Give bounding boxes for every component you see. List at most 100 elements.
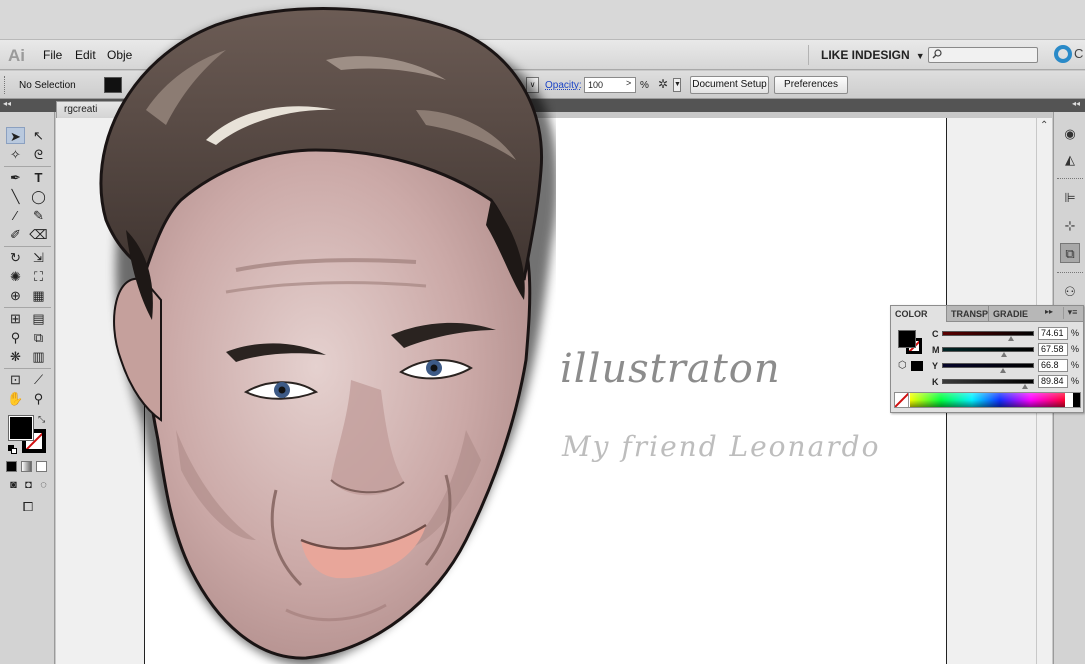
links-icon[interactable]: ⚇ <box>1060 282 1080 302</box>
type-tool-icon[interactable]: T <box>29 169 48 186</box>
draw-inside-icon[interactable]: ◌ <box>34 477 53 494</box>
white-chip[interactable] <box>1066 393 1073 407</box>
column-graph-tool-icon[interactable]: ▥ <box>29 348 48 365</box>
symbol-sprayer-tool-icon[interactable]: ❋ <box>6 348 25 365</box>
panel-grip[interactable] <box>4 76 7 94</box>
channel-label: C <box>932 329 939 339</box>
channel-unit: % <box>1071 376 1080 386</box>
tab-transparency[interactable]: TRANSP <box>946 306 988 322</box>
graphic-styles-icon[interactable]: ◭ <box>1060 150 1080 170</box>
line-tool-icon[interactable]: ╲ <box>6 188 25 205</box>
menu-file[interactable]: File <box>43 48 62 62</box>
tool-separator <box>4 307 51 308</box>
recolor-artwork-button[interactable]: ✲ ▼ <box>656 77 683 93</box>
more-tabs-icon[interactable]: ▸▸ <box>1045 307 1053 316</box>
channel-label: K <box>932 377 939 387</box>
document-setup-button[interactable]: Document Setup <box>690 76 769 94</box>
color-mode-icon[interactable] <box>6 461 17 472</box>
panel-menu-icon[interactable]: ▾≡ <box>1063 307 1081 319</box>
hand-tool-icon[interactable]: ✋ <box>6 390 25 407</box>
workspace-switcher[interactable]: LIKE INDESIGN ▼ <box>808 45 925 65</box>
scroll-up-icon[interactable]: ⌃ <box>1040 120 1048 131</box>
warp-tool-icon[interactable]: ✺ <box>6 268 25 285</box>
screen-mode-icon[interactable]: ⧠ <box>16 498 40 515</box>
none-color-icon[interactable] <box>895 393 909 407</box>
free-transform-tool-icon[interactable]: ⛶ <box>29 268 48 285</box>
channel-row-y: Y 66.8 % <box>891 359 1083 373</box>
none-mode-icon[interactable] <box>36 461 47 472</box>
swap-fill-stroke-icon[interactable]: ⤡ <box>38 414 45 425</box>
shape-builder-tool-icon[interactable]: ⊕ <box>6 287 25 304</box>
tab-color-label: COLOR <box>895 309 928 319</box>
collapse-right-icon[interactable]: ◂◂ <box>1072 99 1080 108</box>
zoom-tool-icon[interactable]: ⚲ <box>29 390 48 407</box>
slider-thumb[interactable] <box>1021 384 1028 389</box>
channel-slider[interactable] <box>942 379 1034 384</box>
app-logo: Ai <box>8 46 25 65</box>
cs-live-label[interactable]: C <box>1074 46 1083 61</box>
channel-unit: % <box>1071 344 1080 354</box>
pathfinder-icon[interactable]: ⧉ <box>1060 243 1080 263</box>
preferences-button[interactable]: Preferences <box>774 76 848 94</box>
tool-separator <box>4 368 51 369</box>
tools-panel: ➤ ↖ ✧ ᘓ ✒ T ╲ ◯ ⁄ ✎ ✐ ⌫ ↻ ⇲ ✺ ⛶ ⊕ ▦ ⊞ ▤ … <box>0 112 55 664</box>
channel-slider[interactable] <box>942 363 1034 368</box>
tab-color[interactable]: COLOR <box>891 306 946 322</box>
gradient-tool-icon[interactable]: ▤ <box>29 310 48 327</box>
channel-value-input[interactable]: 74.61 <box>1038 327 1068 340</box>
artwork-subtitle[interactable]: My friend Leonardo <box>562 430 880 463</box>
opacity-unit: % <box>640 80 649 91</box>
blend-tool-icon[interactable]: ⧉ <box>29 329 48 346</box>
fill-color-swatch[interactable] <box>898 330 916 348</box>
mesh-tool-icon[interactable]: ⊞ <box>6 310 25 327</box>
channel-label: Y <box>932 361 939 371</box>
eyedropper-tool-icon[interactable]: ⚲ <box>6 329 25 346</box>
recolor-icon: ✲ <box>658 77 669 91</box>
pen-tool-icon[interactable]: ✒ <box>6 169 25 186</box>
chevron-right-icon[interactable]: > <box>626 78 631 88</box>
search-icon <box>932 49 942 59</box>
channel-slider[interactable] <box>942 331 1034 336</box>
dock-separator <box>1057 178 1083 181</box>
slice-tool-icon[interactable]: ⟋ <box>29 371 48 388</box>
ellipse-tool-icon[interactable]: ◯ <box>29 188 48 205</box>
slider-thumb[interactable] <box>1000 368 1007 373</box>
rotate-tool-icon[interactable]: ↻ <box>6 249 25 266</box>
color-panel: COLOR TRANSP GRADIEI ▸▸ ▾≡ ⬡ C 74.61 % M… <box>890 305 1084 413</box>
tool-separator <box>4 166 51 167</box>
channel-slider[interactable] <box>942 347 1034 352</box>
fill-color-swatch[interactable] <box>8 415 34 441</box>
scale-tool-icon[interactable]: ⇲ <box>29 249 48 266</box>
slider-thumb[interactable] <box>1001 352 1008 357</box>
spectrum-bar[interactable] <box>910 393 1065 407</box>
align-icon[interactable]: ⊫ <box>1060 188 1080 208</box>
paintbrush-tool-icon[interactable]: ⁄ <box>6 207 25 224</box>
color-spectrum[interactable] <box>894 392 1081 408</box>
magic-wand-tool-icon[interactable]: ✧ <box>6 146 25 163</box>
cs-live-icon[interactable] <box>1054 45 1072 63</box>
artwork-title[interactable]: illustraton <box>560 346 781 392</box>
eraser-tool-icon[interactable]: ⌫ <box>29 226 48 243</box>
artboard-tool-icon[interactable]: ⊡ <box>6 371 25 388</box>
channel-unit: % <box>1071 328 1080 338</box>
transform-icon[interactable]: ⊹ <box>1060 216 1080 236</box>
selection-tool-icon[interactable]: ➤ <box>6 127 25 144</box>
collapse-left-icon[interactable]: ◂◂ <box>3 99 11 108</box>
pencil-tool-icon[interactable]: ✎ <box>29 207 48 224</box>
search-input[interactable] <box>928 47 1038 63</box>
tab-gradient[interactable]: GRADIEI <box>988 306 1028 322</box>
appearance-icon[interactable]: ◉ <box>1060 124 1080 144</box>
lasso-tool-icon[interactable]: ᘓ <box>29 146 48 163</box>
perspective-grid-tool-icon[interactable]: ▦ <box>29 287 48 304</box>
blob-brush-tool-icon[interactable]: ✐ <box>6 226 25 243</box>
default-fill-stroke-icon[interactable] <box>8 445 18 455</box>
direct-selection-tool-icon[interactable]: ↖ <box>29 127 48 144</box>
gradient-mode-icon[interactable] <box>21 461 32 472</box>
black-chip[interactable] <box>1073 393 1080 407</box>
portrait-illustration[interactable] <box>86 0 556 664</box>
channel-value-input[interactable]: 66.8 <box>1038 359 1068 372</box>
slider-thumb[interactable] <box>1007 336 1014 341</box>
channel-value-input[interactable]: 89.84 <box>1038 375 1068 388</box>
chevron-down-icon: ▼ <box>915 51 925 61</box>
channel-value-input[interactable]: 67.58 <box>1038 343 1068 356</box>
